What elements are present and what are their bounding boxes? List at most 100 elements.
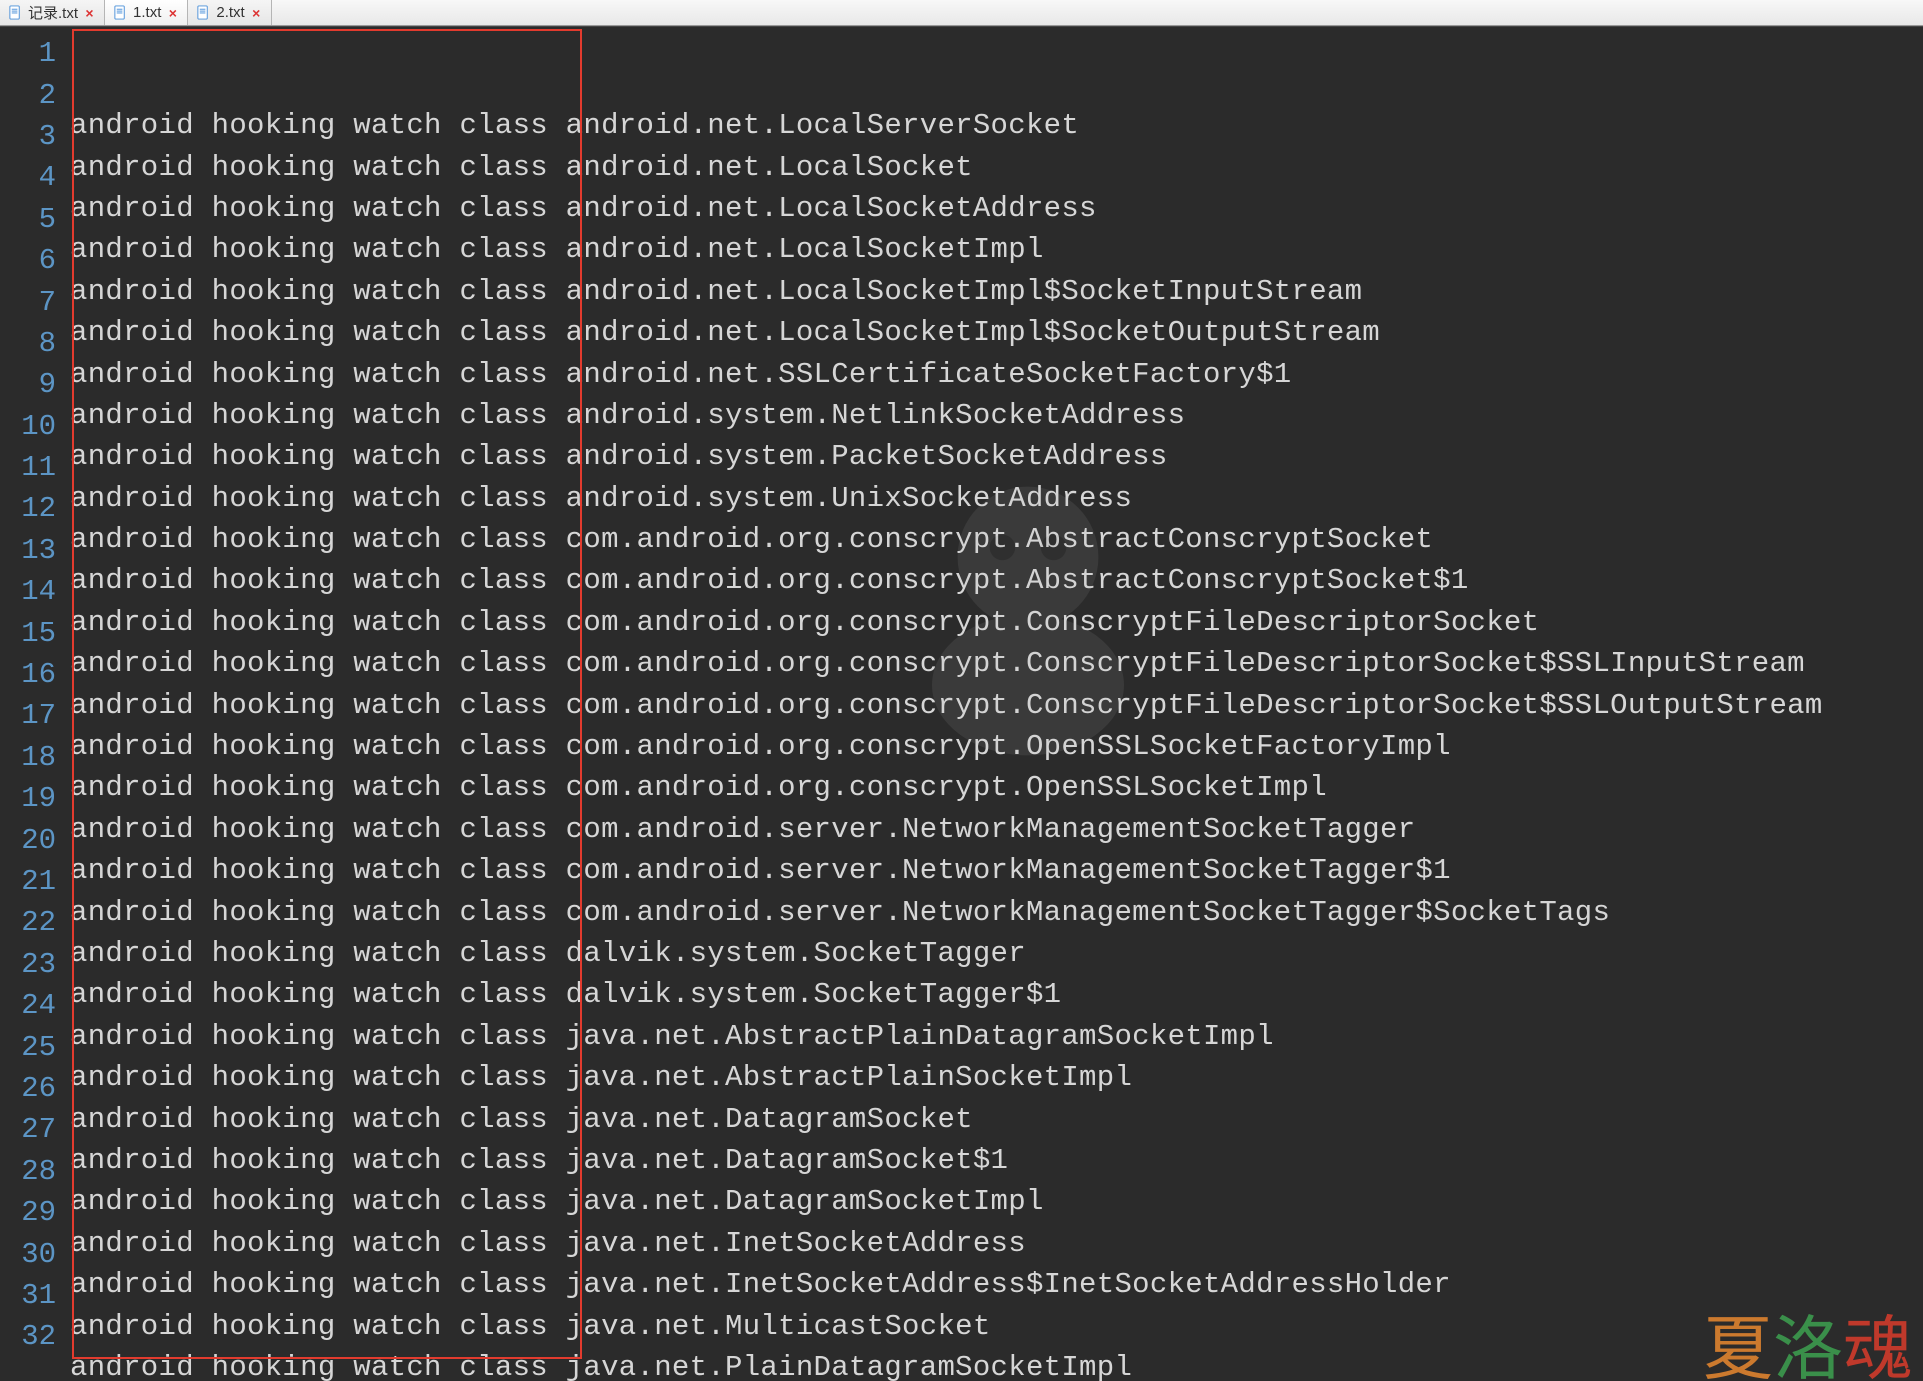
code-text: android hooking watch class dalvik.syste… [70, 978, 1061, 1011]
line-number: 3 [0, 116, 70, 157]
file-icon [113, 5, 128, 20]
code-line[interactable]: android hooking watch class android.net.… [70, 188, 1923, 229]
code-text: android hooking watch class android.net.… [70, 192, 1097, 225]
code-line[interactable]: android hooking watch class java.net.Abs… [70, 1057, 1923, 1098]
code-line[interactable]: android hooking watch class com.android.… [70, 684, 1923, 725]
line-number: 12 [0, 488, 70, 529]
code-line[interactable]: android hooking watch class com.android.… [70, 560, 1923, 601]
code-line[interactable]: android hooking watch class com.android.… [70, 891, 1923, 932]
code-text: android hooking watch class java.net.Dat… [70, 1185, 1044, 1218]
code-area[interactable]: android hooking watch class android.net.… [70, 27, 1923, 1381]
code-text: android hooking watch class com.android.… [70, 647, 1805, 680]
tab-bar: 记录.txt × 1.txt × 2.txt × [0, 0, 1923, 26]
code-text: android hooking watch class com.android.… [70, 730, 1451, 763]
code-line[interactable]: android hooking watch class java.net.Dat… [70, 1098, 1923, 1139]
line-number: 32 [0, 1316, 70, 1357]
code-line[interactable]: android hooking watch class java.net.Pla… [70, 1347, 1923, 1381]
line-number: 29 [0, 1192, 70, 1233]
code-line[interactable]: android hooking watch class com.android.… [70, 726, 1923, 767]
code-text: android hooking watch class com.android.… [70, 689, 1823, 722]
code-line[interactable]: android hooking watch class java.net.Dat… [70, 1140, 1923, 1181]
line-number: 20 [0, 819, 70, 860]
code-text: android hooking watch class android.net.… [70, 151, 973, 184]
line-number: 16 [0, 654, 70, 695]
code-text: android hooking watch class com.android.… [70, 771, 1327, 804]
code-text: android hooking watch class com.android.… [70, 523, 1433, 556]
code-text: android hooking watch class com.android.… [70, 564, 1469, 597]
code-text: android hooking watch class java.net.Ine… [70, 1268, 1451, 1301]
line-number: 25 [0, 1026, 70, 1067]
code-text: android hooking watch class java.net.Abs… [70, 1061, 1132, 1094]
line-number: 22 [0, 902, 70, 943]
editor-area[interactable]: 1234567891011121314151617181920212223242… [0, 26, 1923, 1381]
line-number: 28 [0, 1151, 70, 1192]
file-tab[interactable]: 2.txt × [188, 0, 271, 25]
file-tab[interactable]: 1.txt × [105, 0, 188, 25]
code-text: android hooking watch class com.android.… [70, 854, 1451, 887]
code-text: android hooking watch class android.net.… [70, 316, 1380, 349]
code-line[interactable]: android hooking watch class java.net.Dat… [70, 1181, 1923, 1222]
code-line[interactable]: android hooking watch class java.net.Abs… [70, 1016, 1923, 1057]
close-icon[interactable]: × [166, 6, 179, 19]
code-text: android hooking watch class java.net.Dat… [70, 1144, 1008, 1177]
code-line[interactable]: android hooking watch class com.android.… [70, 850, 1923, 891]
line-number: 24 [0, 985, 70, 1026]
code-line[interactable]: android hooking watch class dalvik.syste… [70, 933, 1923, 974]
line-number: 18 [0, 737, 70, 778]
code-text: android hooking watch class java.net.Abs… [70, 1020, 1274, 1053]
code-line[interactable]: android hooking watch class android.net.… [70, 271, 1923, 312]
file-icon [8, 5, 23, 20]
code-line[interactable]: android hooking watch class android.net.… [70, 353, 1923, 394]
line-number: 15 [0, 612, 70, 653]
code-line[interactable]: android hooking watch class android.syst… [70, 436, 1923, 477]
line-number: 6 [0, 240, 70, 281]
code-line[interactable]: android hooking watch class com.android.… [70, 767, 1923, 808]
code-text: android hooking watch class android.net.… [70, 358, 1292, 391]
code-line[interactable]: android hooking watch class android.net.… [70, 105, 1923, 146]
line-number: 7 [0, 281, 70, 322]
line-number: 26 [0, 1068, 70, 1109]
tab-label: 2.txt [216, 4, 244, 21]
code-line[interactable]: android hooking watch class android.syst… [70, 478, 1923, 519]
code-line[interactable]: android hooking watch class com.android.… [70, 643, 1923, 684]
line-number: 10 [0, 406, 70, 447]
line-number: 14 [0, 571, 70, 612]
code-text: android hooking watch class com.android.… [70, 606, 1539, 639]
code-text: android hooking watch class java.net.Pla… [70, 1351, 1132, 1381]
code-line[interactable]: android hooking watch class android.net.… [70, 312, 1923, 353]
line-number: 17 [0, 695, 70, 736]
code-line[interactable]: android hooking watch class java.net.Mul… [70, 1305, 1923, 1346]
close-icon[interactable]: × [83, 6, 96, 19]
code-line[interactable]: android hooking watch class dalvik.syste… [70, 974, 1923, 1015]
code-text: android hooking watch class java.net.Dat… [70, 1103, 973, 1136]
line-number: 5 [0, 199, 70, 240]
line-number: 4 [0, 157, 70, 198]
code-line[interactable]: android hooking watch class android.syst… [70, 395, 1923, 436]
line-number: 9 [0, 364, 70, 405]
tab-label: 1.txt [133, 4, 161, 21]
code-line[interactable]: android hooking watch class java.net.Ine… [70, 1223, 1923, 1264]
file-tab[interactable]: 记录.txt × [0, 0, 105, 25]
code-text: android hooking watch class dalvik.syste… [70, 937, 1026, 970]
code-text: android hooking watch class android.net.… [70, 109, 1079, 142]
code-line[interactable]: android hooking watch class com.android.… [70, 809, 1923, 850]
line-number: 30 [0, 1233, 70, 1274]
line-number: 1 [0, 33, 70, 74]
code-line[interactable]: android hooking watch class com.android.… [70, 519, 1923, 560]
tab-label: 记录.txt [28, 2, 78, 23]
code-text: android hooking watch class android.syst… [70, 440, 1168, 473]
line-number: 31 [0, 1275, 70, 1316]
code-line[interactable]: android hooking watch class android.net.… [70, 146, 1923, 187]
line-number: 19 [0, 778, 70, 819]
code-line[interactable]: android hooking watch class java.net.Ine… [70, 1264, 1923, 1305]
code-line[interactable]: android hooking watch class com.android.… [70, 602, 1923, 643]
code-line[interactable]: android hooking watch class android.net.… [70, 229, 1923, 270]
code-text: android hooking watch class com.android.… [70, 813, 1415, 846]
line-number: 13 [0, 530, 70, 571]
close-icon[interactable]: × [250, 6, 263, 19]
code-text: android hooking watch class android.net.… [70, 233, 1044, 266]
line-number: 2 [0, 74, 70, 115]
code-text: android hooking watch class android.syst… [70, 399, 1185, 432]
line-number: 23 [0, 944, 70, 985]
line-number-gutter: 1234567891011121314151617181920212223242… [0, 27, 70, 1381]
